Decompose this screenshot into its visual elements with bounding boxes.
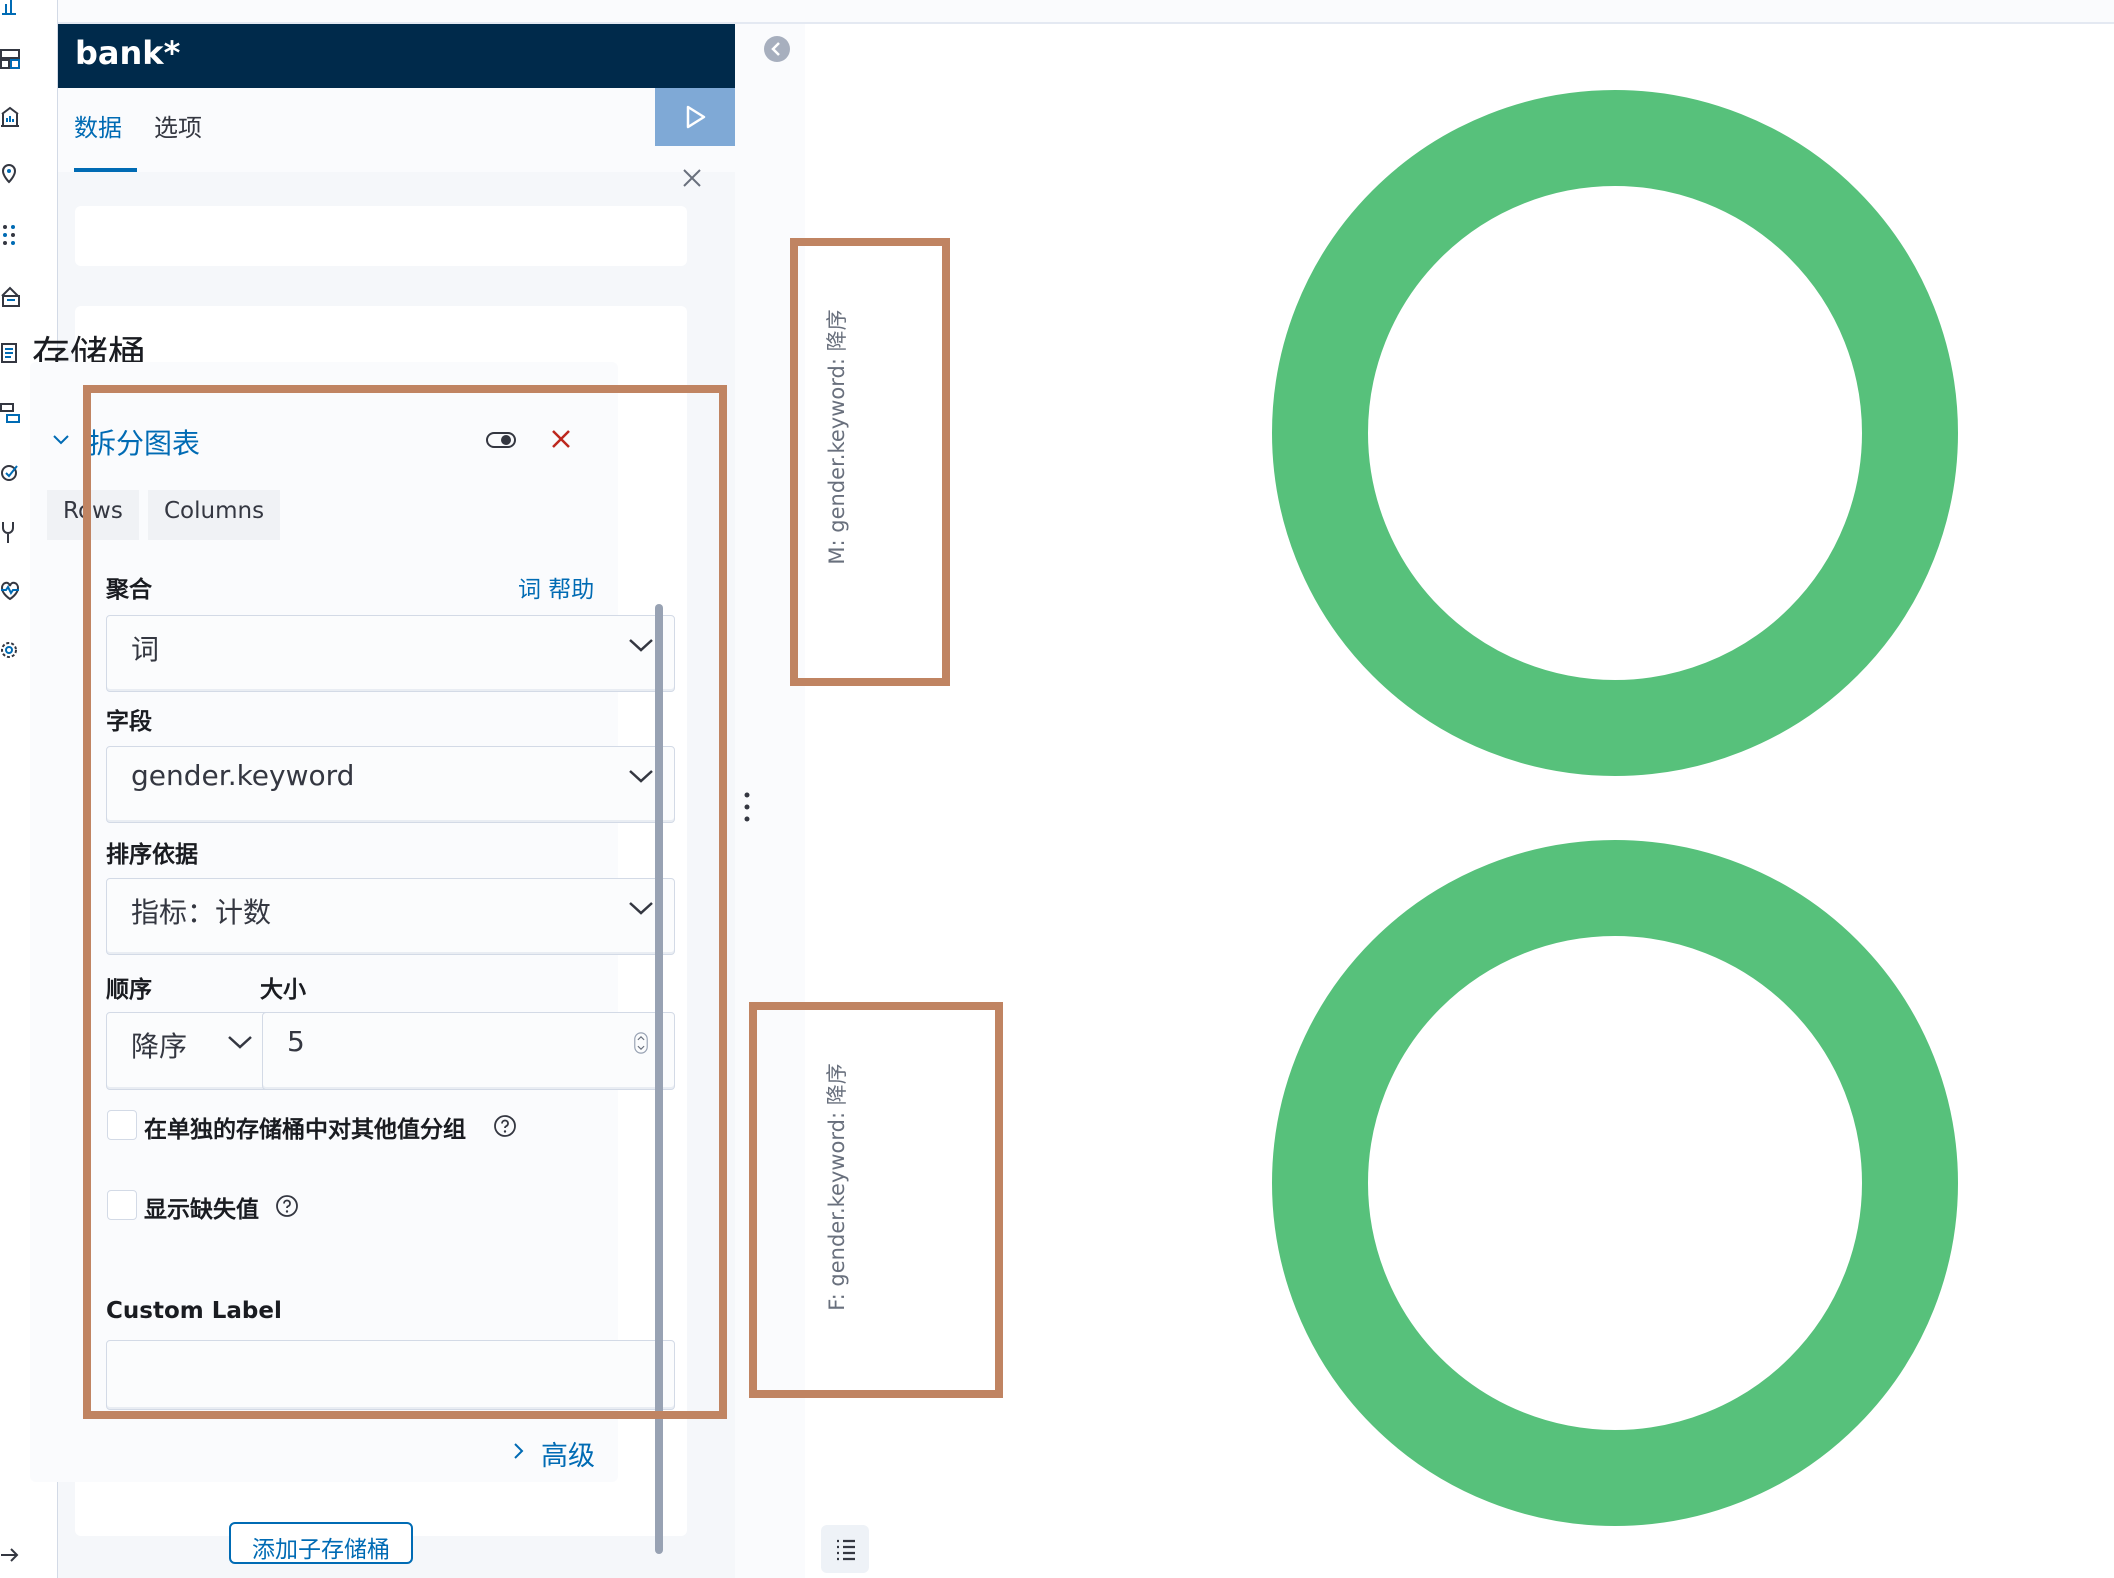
close-icon[interactable] <box>678 164 706 192</box>
editor-tabs: 数据 选项 <box>58 88 735 172</box>
play-icon <box>686 105 706 129</box>
apm-icon[interactable] <box>0 400 30 430</box>
chevron-down-icon[interactable] <box>50 428 72 450</box>
dashboard-icon[interactable] <box>0 44 30 74</box>
tab-options[interactable]: 选项 <box>154 108 202 143</box>
add-sub-bucket-button[interactable]: 添加子存储桶 <box>229 1522 413 1564</box>
infrastructure-icon[interactable] <box>0 282 30 312</box>
dev-tools-icon[interactable] <box>0 518 30 548</box>
top-bar <box>58 0 2114 24</box>
annotation-box-label-f <box>749 1002 1003 1398</box>
management-gear-icon[interactable] <box>0 636 30 666</box>
index-pattern-title: bank* <box>58 24 735 88</box>
visualize-icon[interactable] <box>0 0 30 24</box>
legend-toggle-icon[interactable] <box>821 1525 869 1573</box>
logs-icon[interactable] <box>0 340 30 370</box>
tab-data[interactable]: 数据 <box>74 108 122 143</box>
uptime-icon[interactable] <box>0 458 30 488</box>
resize-handle-icon[interactable] <box>742 790 752 824</box>
donut-slice[interactable] <box>1272 90 1958 776</box>
apply-changes-button[interactable] <box>655 88 735 146</box>
advanced-toggle[interactable]: 高级 <box>541 1434 595 1473</box>
chevron-right-icon[interactable] <box>511 1440 527 1462</box>
annotation-box-label-m <box>790 238 950 686</box>
canvas-icon[interactable] <box>0 102 30 132</box>
donut-charts <box>1272 90 1958 1526</box>
annotation-box-panel <box>83 385 727 1419</box>
active-tab-indicator <box>74 168 137 172</box>
metrics-panel <box>75 206 687 266</box>
collapse-sidebar-icon[interactable] <box>762 34 792 64</box>
maps-icon[interactable] <box>0 162 30 192</box>
donut-slice[interactable] <box>1272 840 1958 1526</box>
expand-nav-arrow-icon[interactable] <box>0 1540 30 1570</box>
monitoring-icon[interactable] <box>0 576 30 606</box>
ml-icon[interactable] <box>0 222 30 252</box>
